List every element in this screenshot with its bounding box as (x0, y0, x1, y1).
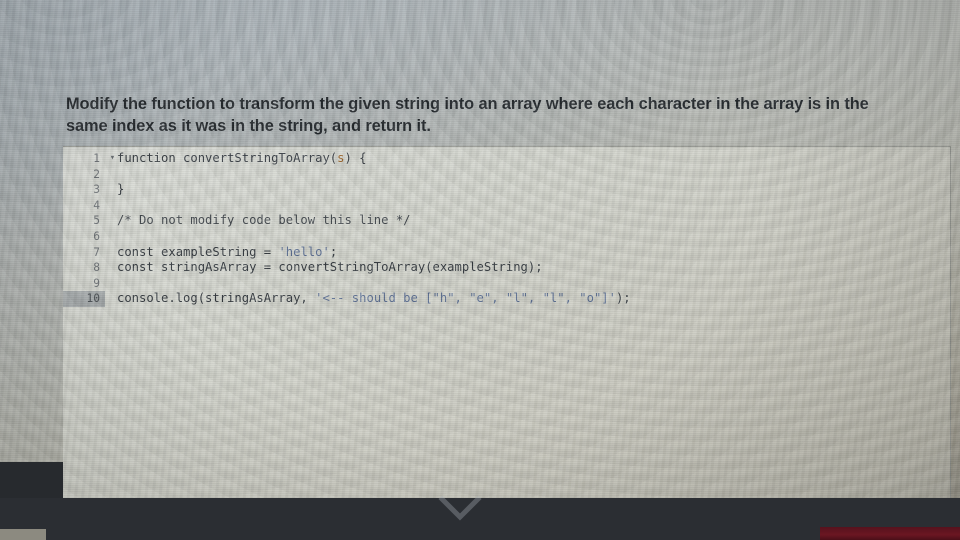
code-line[interactable]: 1 ▾ function convertStringToArray(s) { (63, 151, 950, 167)
line-number: 2 (93, 167, 100, 181)
challenge-instruction-text: Modify the function to transform the giv… (66, 95, 869, 135)
line-number: 6 (93, 229, 100, 243)
code-line-text: } (117, 182, 124, 198)
code-line[interactable]: 6 (63, 229, 950, 245)
code-line[interactable]: 10 console.log(stringAsArray, '<-- should… (63, 291, 950, 307)
bottom-left-tab (0, 529, 46, 540)
code-line-text: /* Do not modify code below this line */ (117, 213, 411, 229)
code-token-kw: function (117, 151, 184, 165)
code-lines-container[interactable]: 1 ▾ function convertStringToArray(s) {2 3} 4… (63, 151, 950, 307)
code-line-text: const exampleString = 'hello'; (117, 245, 337, 261)
code-token-plain: const exampleString = (117, 244, 279, 259)
code-token-plain: } (117, 182, 125, 197)
code-line[interactable]: 2 (63, 167, 950, 183)
code-line-text: const stringAsArray = convertStringToArr… (117, 260, 543, 276)
line-number: 7 (93, 245, 100, 259)
code-line[interactable]: 7 const exampleString = 'hello'; (63, 245, 950, 261)
code-token-plain: console.log(stringAsArray, (117, 291, 316, 306)
code-token-plain: const stringAsArray = convertStringToArr… (117, 260, 543, 275)
code-editor-panel[interactable]: 1 ▾ function convertStringToArray(s) {2 3} 4… (63, 146, 951, 499)
web-page-content: Modify the function to transform the giv… (0, 0, 960, 540)
code-line[interactable]: 4 (63, 198, 950, 214)
code-token-plain: ) { (344, 151, 367, 165)
code-fold-toggle-icon[interactable]: ▾ (108, 151, 117, 167)
code-token-str: 'hello' (278, 244, 330, 259)
code-token-str: '<-- should be ["h", "e", "l", "l", "o"]… (315, 291, 616, 306)
code-token-fn: convertStringToArray (183, 151, 330, 165)
line-number: 3 (93, 183, 100, 197)
code-token-comment: /* Do not modify code below this line */ (117, 213, 411, 228)
code-token-plain: ; (329, 244, 338, 259)
code-line[interactable]: 3} (63, 182, 950, 198)
monitor-photo: Modify the function to transform the giv… (0, 0, 960, 540)
code-line[interactable]: 9 (63, 276, 950, 292)
code-line[interactable]: 8 const stringAsArray = convertStringToAr… (63, 260, 950, 276)
code-token-plain: ); (615, 291, 631, 306)
line-number: 5 (93, 214, 100, 228)
code-line-text: function convertStringToArray(s) { (117, 151, 367, 167)
code-line-text: console.log(stringAsArray, '<-- should b… (117, 291, 631, 307)
red-accent-strip (820, 527, 960, 540)
line-number: 1 (93, 152, 100, 165)
line-number: 4 (93, 198, 100, 212)
code-line[interactable]: 5 /* Do not modify code below this line *… (63, 213, 950, 229)
line-number: 8 (93, 261, 100, 275)
monitor-bezel-bottom (0, 498, 960, 540)
line-number: 10 (63, 291, 105, 307)
line-number: 9 (93, 276, 100, 290)
